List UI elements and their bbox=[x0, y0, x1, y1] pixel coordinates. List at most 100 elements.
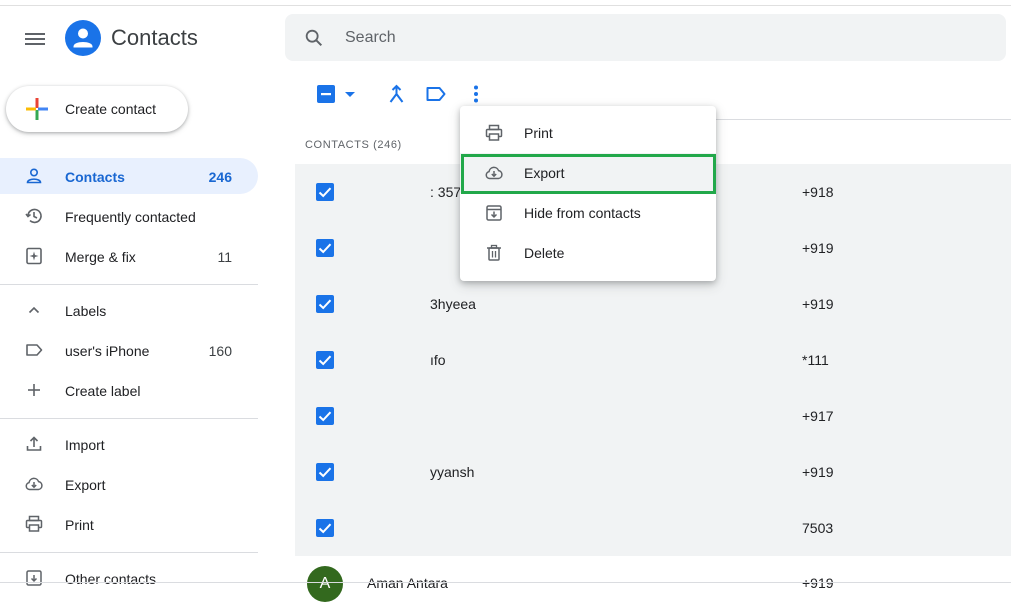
menu-item-label: Export bbox=[524, 165, 565, 181]
main-menu-button[interactable] bbox=[20, 24, 50, 54]
menu-item-label: Print bbox=[524, 125, 553, 141]
create-contact-label: Create contact bbox=[65, 101, 157, 117]
contact-name: ıfo bbox=[430, 352, 446, 368]
partial-checkbox-icon bbox=[317, 85, 355, 103]
check-icon bbox=[318, 355, 332, 366]
bottom-border bbox=[0, 582, 1011, 583]
table-row[interactable]: yyansh +919 bbox=[295, 444, 1011, 500]
contacts-logo-icon bbox=[65, 20, 101, 56]
check-icon bbox=[318, 467, 332, 478]
sidebar-item-count: 160 bbox=[208, 343, 232, 359]
cloud-download-icon bbox=[25, 477, 43, 491]
merge-fix-icon bbox=[26, 247, 42, 265]
avatar[interactable]: A bbox=[307, 566, 343, 602]
plus-icon bbox=[26, 98, 48, 120]
contact-phone: 7503 bbox=[802, 520, 834, 536]
sidebar-item-label: Merge & fix bbox=[65, 249, 136, 265]
menu-item-export[interactable]: Export bbox=[460, 153, 716, 193]
merge-button[interactable] bbox=[385, 82, 409, 106]
sidebar-item-label: Create label bbox=[65, 383, 141, 399]
contact-phone: +919 bbox=[802, 464, 834, 480]
select-all-dropdown[interactable] bbox=[316, 82, 358, 106]
row-checkbox[interactable] bbox=[316, 463, 334, 481]
contact-phone: +919 bbox=[802, 240, 834, 256]
sidebar-item-labels[interactable]: Labels bbox=[0, 292, 258, 328]
sidebar-item-frequently-contacted[interactable]: Frequently contacted bbox=[0, 198, 258, 234]
check-icon bbox=[318, 187, 332, 198]
more-vert-icon bbox=[474, 85, 478, 103]
contact-phone: +917 bbox=[802, 408, 834, 424]
sidebar-item-label: Import bbox=[65, 437, 105, 453]
printer-icon bbox=[25, 515, 43, 532]
contact-phone: *111 bbox=[802, 352, 829, 368]
manage-labels-button[interactable] bbox=[424, 82, 448, 106]
label-icon bbox=[426, 87, 446, 101]
menu-item-delete[interactable]: Delete bbox=[460, 233, 716, 273]
check-icon bbox=[318, 523, 332, 534]
list-header-divider bbox=[716, 119, 1011, 120]
sidebar-item-count: 246 bbox=[208, 169, 232, 185]
table-row[interactable]: +917 bbox=[295, 388, 1011, 444]
menu-item-label: Hide from contacts bbox=[524, 205, 641, 221]
row-checkbox[interactable] bbox=[316, 295, 334, 313]
archive-icon bbox=[26, 570, 42, 586]
sidebar-item-label: Print bbox=[65, 517, 94, 533]
sidebar-divider bbox=[0, 552, 258, 553]
table-row[interactable]: 3hyeea +919 bbox=[295, 276, 1011, 332]
trash-icon bbox=[487, 244, 501, 261]
sidebar-item-import[interactable]: Import bbox=[0, 426, 258, 462]
contact-name: : 357 bbox=[430, 184, 462, 200]
contacts-count-header: CONTACTS (246) bbox=[305, 139, 402, 151]
more-actions-menu: Print Export Hide from contacts Delete bbox=[460, 106, 716, 281]
check-icon bbox=[318, 411, 332, 422]
contact-phone: +919 bbox=[802, 575, 834, 591]
search-icon[interactable] bbox=[303, 27, 325, 49]
label-icon bbox=[26, 344, 43, 356]
create-contact-button[interactable]: Create contact bbox=[6, 86, 188, 132]
menu-item-hide-from-contacts[interactable]: Hide from contacts bbox=[460, 193, 716, 233]
cloud-download-icon bbox=[485, 166, 503, 180]
sidebar-item-print[interactable]: Print bbox=[0, 506, 258, 542]
menu-item-label: Delete bbox=[524, 245, 565, 261]
row-checkbox[interactable] bbox=[316, 407, 334, 425]
sidebar-divider bbox=[0, 284, 258, 285]
menu-item-print[interactable]: Print bbox=[460, 113, 716, 153]
sidebar-item-create-label[interactable]: Create label bbox=[0, 372, 258, 408]
table-row[interactable]: 7503 bbox=[295, 500, 1011, 556]
chevron-up-icon bbox=[28, 306, 40, 314]
sidebar-item-label: Labels bbox=[65, 303, 107, 319]
sidebar-item-users-iphone[interactable]: user's iPhone 160 bbox=[0, 332, 258, 368]
redaction-block bbox=[833, 146, 959, 164]
more-actions-button[interactable] bbox=[464, 82, 488, 106]
check-icon bbox=[318, 243, 332, 254]
sidebar-item-label: Contacts bbox=[65, 169, 125, 185]
search-bar[interactable] bbox=[285, 14, 1006, 61]
search-input[interactable] bbox=[343, 23, 987, 53]
sidebar-item-contacts[interactable]: Contacts 246 bbox=[0, 158, 258, 194]
sidebar-item-count: 11 bbox=[217, 249, 232, 265]
row-checkbox[interactable] bbox=[316, 351, 334, 369]
contact-name[interactable]: Aman Antara bbox=[367, 575, 448, 591]
contact-name: yyansh bbox=[430, 464, 475, 480]
upload-icon bbox=[26, 436, 42, 451]
sidebar-item-export[interactable]: Export bbox=[0, 466, 258, 502]
archive-icon bbox=[486, 205, 502, 221]
sidebar-item-label: Export bbox=[65, 477, 106, 493]
contact-phone: +919 bbox=[802, 296, 834, 312]
table-row[interactable]: ıfo *111 bbox=[295, 332, 1011, 388]
row-checkbox[interactable] bbox=[316, 183, 334, 201]
app-title: Contacts bbox=[111, 25, 198, 50]
sidebar-item-merge-fix[interactable]: Merge & fix 11 bbox=[0, 238, 258, 274]
sidebar-divider bbox=[0, 418, 258, 419]
row-checkbox[interactable] bbox=[316, 239, 334, 257]
row-checkbox[interactable] bbox=[316, 519, 334, 537]
hamburger-icon bbox=[25, 33, 45, 45]
history-icon bbox=[25, 208, 42, 224]
contact-phone: +918 bbox=[802, 184, 834, 200]
printer-icon bbox=[485, 124, 503, 141]
person-icon bbox=[26, 168, 42, 184]
sidebar-item-label: Other contacts bbox=[65, 571, 157, 587]
sidebar-item-label: Frequently contacted bbox=[65, 209, 196, 225]
check-icon bbox=[318, 299, 332, 310]
plus-icon bbox=[28, 384, 40, 396]
